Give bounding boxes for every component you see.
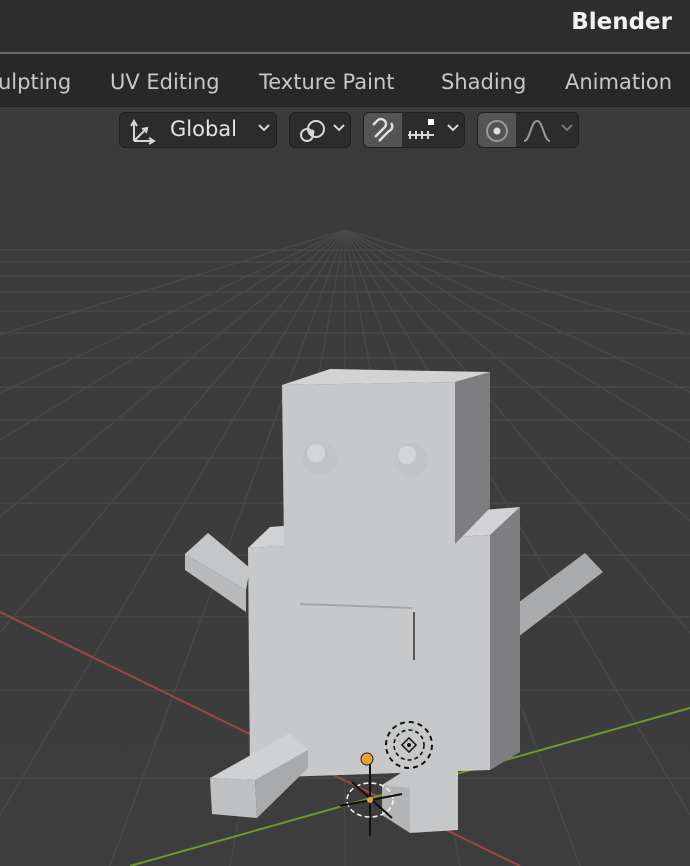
tab-animation[interactable]: Animation [565,70,672,94]
snap-magnet-icon [369,117,397,147]
snapping-group [363,112,465,148]
snap-toggle-button[interactable] [364,113,402,147]
viewport-scene [0,229,690,866]
transform-orientation-value: Global [170,117,237,141]
tab-shading[interactable]: Shading [441,70,526,94]
proportional-falloff-dropdown[interactable] [516,113,578,147]
snap-target-dropdown[interactable] [402,113,464,147]
transform-orientation-icon [130,117,158,149]
transform-orientation-dropdown[interactable]: Global [119,112,277,148]
workspace-tab-bar: ulpting UV Editing Texture Paint Shading… [0,54,690,107]
3d-viewport[interactable] [0,107,690,866]
tab-sculpting[interactable]: ulpting [0,70,71,94]
chevron-down-icon [446,121,460,139]
tab-texture-paint[interactable]: Texture Paint [259,70,395,94]
pivot-point-dropdown[interactable] [289,112,351,148]
robot-mesh[interactable] [185,369,603,833]
proportional-editing-group [477,112,579,148]
app-title: Blender [571,9,672,35]
top-bar: Blender [0,0,690,52]
pivot-point-icon [298,118,328,148]
proportional-editing-toggle[interactable] [478,113,516,147]
chevron-down-icon [257,121,271,139]
chevron-down-icon [560,121,574,139]
proportional-editing-icon [484,118,510,148]
tab-uv-editing[interactable]: UV Editing [110,70,220,94]
snap-increment-icon [406,117,438,147]
chevron-down-icon [332,121,346,139]
falloff-curve-icon [522,118,552,148]
